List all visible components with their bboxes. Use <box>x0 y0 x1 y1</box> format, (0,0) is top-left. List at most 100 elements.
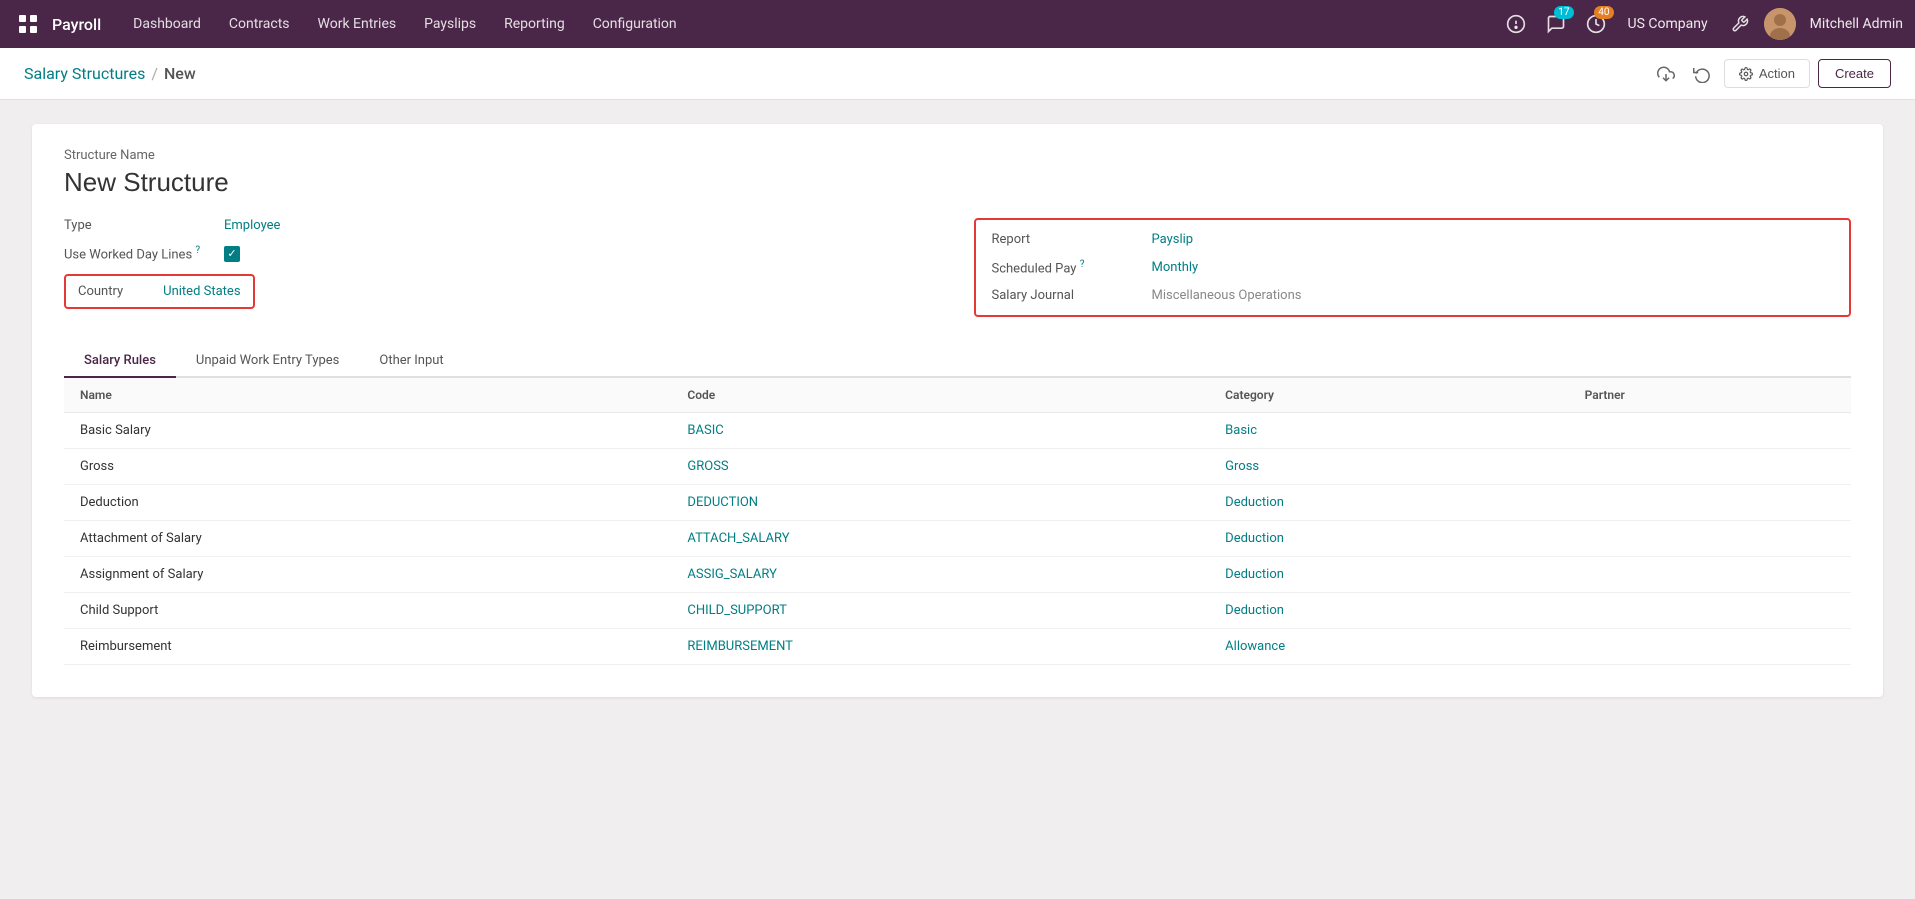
tab-unpaid-work-entry-types[interactable]: Unpaid Work Entry Types <box>176 345 359 378</box>
cell-name: Assignment of Salary <box>64 557 671 593</box>
chat-badge: 17 <box>1554 6 1573 19</box>
col-header-name: Name <box>64 378 671 413</box>
cell-code: ATTACH_SALARY <box>671 521 1209 557</box>
settings-icon[interactable] <box>1724 8 1756 40</box>
activity-icon[interactable]: 40 <box>1580 8 1612 40</box>
salary-journal-label: Salary Journal <box>992 288 1152 303</box>
table-row[interactable]: Basic SalaryBASICBasic <box>64 413 1851 449</box>
cell-name: Child Support <box>64 593 671 629</box>
worked-day-lines-label: Use Worked Day Lines ? <box>64 245 224 262</box>
chat-icon[interactable]: 17 <box>1540 8 1572 40</box>
breadcrumb-bar: Salary Structures / New Action Create <box>0 48 1915 100</box>
tab-salary-rules[interactable]: Salary Rules <box>64 345 176 378</box>
worked-day-help-icon[interactable]: ? <box>195 245 200 256</box>
cell-code: GROSS <box>671 449 1209 485</box>
cell-code: CHILD_SUPPORT <box>671 593 1209 629</box>
cell-category: Deduction <box>1209 485 1568 521</box>
nav-payslips[interactable]: Payslips <box>412 10 488 38</box>
user-name: Mitchell Admin <box>1810 16 1903 32</box>
cell-partner <box>1569 629 1851 665</box>
cell-category: Gross <box>1209 449 1568 485</box>
cell-name: Gross <box>64 449 671 485</box>
col-header-partner: Partner <box>1569 378 1851 413</box>
form-left-column: Type Employee Use Worked Day Lines ? Cou… <box>64 218 942 321</box>
main-content: Structure Name Type Employee Use Worked … <box>0 100 1915 899</box>
table-row[interactable]: DeductionDEDUCTIONDeduction <box>64 485 1851 521</box>
action-button[interactable]: Action <box>1724 59 1810 88</box>
cell-partner <box>1569 485 1851 521</box>
scheduled-pay-field-row: Scheduled Pay ? Monthly <box>992 259 1834 276</box>
cell-category: Deduction <box>1209 593 1568 629</box>
type-label: Type <box>64 218 224 233</box>
cell-code: DEDUCTION <box>671 485 1209 521</box>
type-value[interactable]: Employee <box>224 218 280 233</box>
country-field-row: Country United States <box>64 274 942 309</box>
cell-partner <box>1569 593 1851 629</box>
table-row[interactable]: ReimbursementREIMBURSEMENTAllowance <box>64 629 1851 665</box>
type-field-row: Type Employee <box>64 218 942 233</box>
cell-category: Deduction <box>1209 521 1568 557</box>
nav-work-entries[interactable]: Work Entries <box>306 10 409 38</box>
cell-code: BASIC <box>671 413 1209 449</box>
country-value[interactable]: United States <box>163 284 240 299</box>
app-name: Payroll <box>52 15 101 34</box>
company-name: US Company <box>1628 16 1708 32</box>
structure-name-input[interactable] <box>64 167 1851 198</box>
nav-contracts[interactable]: Contracts <box>217 10 302 38</box>
nav-configuration[interactable]: Configuration <box>581 10 689 38</box>
worked-day-lines-field-row: Use Worked Day Lines ? <box>64 245 942 262</box>
support-icon[interactable] <box>1500 8 1532 40</box>
structure-name-field: Structure Name <box>64 148 1851 198</box>
activity-badge: 40 <box>1594 6 1613 19</box>
breadcrumb-parent[interactable]: Salary Structures <box>24 64 145 83</box>
form-right-column: Report Payslip Scheduled Pay ? Monthly S… <box>974 218 1852 321</box>
scheduled-pay-label: Scheduled Pay ? <box>992 259 1152 276</box>
report-label: Report <box>992 232 1152 247</box>
cell-code: ASSIG_SALARY <box>671 557 1209 593</box>
right-highlight-box: Report Payslip Scheduled Pay ? Monthly S… <box>974 218 1852 317</box>
nav-dashboard[interactable]: Dashboard <box>121 10 213 38</box>
table-row[interactable]: Assignment of SalaryASSIG_SALARYDeductio… <box>64 557 1851 593</box>
salary-journal-value[interactable]: Miscellaneous Operations <box>1152 288 1302 303</box>
table-header-row: Name Code Category Partner <box>64 378 1851 413</box>
cell-name: Basic Salary <box>64 413 671 449</box>
save-manually-button[interactable] <box>1652 60 1680 88</box>
table-row[interactable]: GrossGROSSGross <box>64 449 1851 485</box>
col-header-category: Category <box>1209 378 1568 413</box>
scheduled-pay-help-icon[interactable]: ? <box>1080 259 1085 270</box>
top-navigation: Payroll Dashboard Contracts Work Entries… <box>0 0 1915 48</box>
action-label: Action <box>1759 66 1795 81</box>
cell-category: Basic <box>1209 413 1568 449</box>
cell-name: Reimbursement <box>64 629 671 665</box>
salary-journal-field-row: Salary Journal Miscellaneous Operations <box>992 288 1834 303</box>
app-grid-icon[interactable] <box>12 8 44 40</box>
cell-partner <box>1569 449 1851 485</box>
discard-button[interactable] <box>1688 60 1716 88</box>
report-field-row: Report Payslip <box>992 232 1834 247</box>
cell-code: REIMBURSEMENT <box>671 629 1209 665</box>
tabs-bar: Salary Rules Unpaid Work Entry Types Oth… <box>64 345 1851 378</box>
cell-partner <box>1569 413 1851 449</box>
avatar[interactable] <box>1764 8 1796 40</box>
cell-name: Attachment of Salary <box>64 521 671 557</box>
form-two-column: Type Employee Use Worked Day Lines ? Cou… <box>64 218 1851 321</box>
nav-reporting[interactable]: Reporting <box>492 10 577 38</box>
scheduled-pay-value[interactable]: Monthly <box>1152 260 1199 275</box>
structure-name-label: Structure Name <box>64 148 1851 163</box>
create-button[interactable]: Create <box>1818 59 1891 88</box>
breadcrumb-current: New <box>164 64 196 83</box>
cell-category: Deduction <box>1209 557 1568 593</box>
cell-category: Allowance <box>1209 629 1568 665</box>
breadcrumb-separator: / <box>151 64 158 83</box>
cell-partner <box>1569 557 1851 593</box>
tab-other-input[interactable]: Other Input <box>359 345 463 378</box>
table-row[interactable]: Attachment of SalaryATTACH_SALARYDeducti… <box>64 521 1851 557</box>
salary-rules-table: Name Code Category Partner Basic SalaryB… <box>64 378 1851 665</box>
country-highlight-box: Country United States <box>64 274 255 309</box>
breadcrumb: Salary Structures / New <box>24 64 196 83</box>
report-value[interactable]: Payslip <box>1152 232 1194 247</box>
worked-day-lines-checkbox[interactable] <box>224 246 240 262</box>
table-row[interactable]: Child SupportCHILD_SUPPORTDeduction <box>64 593 1851 629</box>
form-card: Structure Name Type Employee Use Worked … <box>32 124 1883 697</box>
breadcrumb-actions: Action Create <box>1652 59 1891 88</box>
